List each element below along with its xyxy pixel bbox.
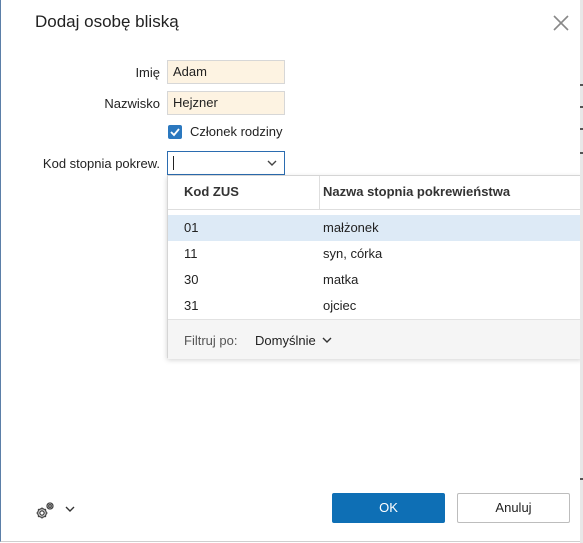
cancel-button[interactable]: Anuluj (457, 493, 570, 523)
chevron-down-icon[interactable] (65, 505, 75, 513)
column-header-name[interactable]: Nazwa stopnia pokrewieństwa (323, 184, 510, 199)
dialog-title: Dodaj osobę bliską (35, 12, 179, 31)
family-member-label: Członek rodziny (190, 124, 283, 139)
last-name-field[interactable]: Hejzner (167, 91, 285, 115)
filter-selector[interactable]: Domyślnie (255, 330, 316, 351)
dropdown-row[interactable]: 11 syn, córka (168, 241, 583, 267)
first-name-label: Imię (135, 65, 160, 80)
column-header-code[interactable]: Kod ZUS (184, 184, 239, 199)
gear-icon[interactable] (34, 500, 56, 522)
dialog: Dodaj osobę bliską Imię Adam Nazwisko He… (0, 0, 583, 542)
relation-code-label: Kod stopnia pokrew. (42, 156, 160, 171)
first-name-field[interactable]: Adam (167, 60, 285, 84)
filter-label: Filtruj po: (184, 333, 238, 348)
row-code: 31 (184, 298, 199, 313)
row-name: matka (323, 272, 359, 287)
text-caret (173, 156, 174, 170)
relation-code-dropdown: Kod ZUS Nazwa stopnia pokrewieństwa 01 m… (167, 175, 583, 359)
row-code: 01 (184, 220, 199, 235)
close-icon[interactable] (550, 12, 572, 34)
last-name-label: Nazwisko (104, 96, 160, 111)
row-name: syn, córka (323, 246, 383, 261)
family-member-checkbox[interactable] (168, 125, 182, 139)
row-name: małżonek (323, 220, 379, 235)
relation-code-combobox[interactable] (167, 151, 285, 175)
dropdown-footer: Filtruj po: Domyślnie (168, 319, 581, 359)
dropdown-row[interactable]: 01 małżonek (168, 215, 583, 241)
chevron-down-icon[interactable] (322, 336, 332, 344)
row-code: 30 (184, 272, 199, 287)
ok-button[interactable]: OK (332, 493, 445, 523)
checkmark-icon (170, 128, 180, 137)
dropdown-row[interactable]: 30 matka (168, 267, 583, 293)
dropdown-header: Kod ZUS Nazwa stopnia pokrewieństwa (168, 176, 583, 210)
chevron-down-icon[interactable] (265, 156, 279, 170)
row-code: 11 (184, 246, 198, 261)
row-name: ojciec (323, 298, 357, 313)
dropdown-row[interactable]: 31 ojciec (168, 293, 583, 319)
column-divider (319, 176, 320, 209)
